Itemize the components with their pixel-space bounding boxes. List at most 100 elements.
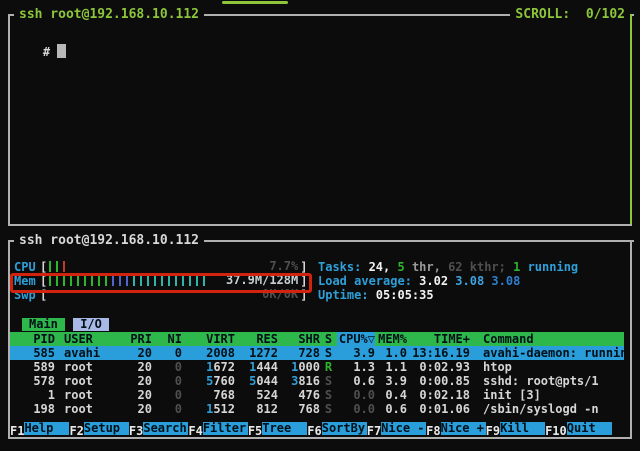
- process-row[interactable]: 198root2001512812768S0.00.60:01.06/sbin/…: [10, 402, 624, 416]
- fn-key-nice+[interactable]: F8Nice +: [426, 422, 485, 435]
- cell-res: 812: [235, 402, 278, 416]
- top-pane-border-left: [8, 14, 10, 226]
- process-table-header: PID USERPRINIVIRTRESSHRSCPU%▽MEM%TIME+ Com…: [10, 332, 624, 346]
- fn-key-setup[interactable]: F2Setup: [69, 422, 128, 435]
- column-header-pid[interactable]: PID: [14, 332, 55, 346]
- cell-virt: 2008: [182, 346, 235, 360]
- pane-title: ssh root@192.168.10.112: [14, 234, 204, 248]
- cell-s: S: [320, 374, 337, 388]
- cell-cpu: 0.0: [337, 388, 375, 402]
- fn-key-nice[interactable]: F7Nice -: [367, 422, 426, 435]
- fn-key-label: F1: [10, 424, 24, 438]
- cell-ni: 0: [152, 346, 182, 360]
- cell-cmd: sshd: root@pts/1: [483, 374, 624, 388]
- cpu-meter-bar: 7.7%: [47, 260, 300, 273]
- bottom-pane-border-right: [630, 240, 632, 439]
- cell-pid: 198: [14, 402, 55, 416]
- cell-pid: 578: [14, 374, 55, 388]
- fn-key-search[interactable]: F3Search: [129, 422, 188, 435]
- cell-shr: 728: [278, 346, 320, 360]
- cell-ni: 0: [152, 374, 182, 388]
- cell-shr: 768: [278, 402, 320, 416]
- fn-key-action: Help: [24, 422, 69, 435]
- fn-key-label: F8: [426, 424, 440, 438]
- terminal-prompt-line[interactable]: #: [14, 30, 66, 73]
- fn-key-label: F9: [486, 424, 500, 438]
- scroll-indicator: SCROLL: 0/102: [510, 8, 630, 22]
- fn-key-label: F4: [188, 424, 202, 438]
- cell-pri: 20: [130, 402, 152, 416]
- cell-s: S: [320, 388, 337, 402]
- cell-virt: 1672: [182, 360, 235, 374]
- cell-res: 5044: [235, 374, 278, 388]
- cell-virt: 1512: [182, 402, 235, 416]
- column-header-mem[interactable]: MEM%: [375, 332, 407, 346]
- cell-s: S: [320, 402, 337, 416]
- fn-key-tree[interactable]: F5Tree: [248, 422, 307, 435]
- cell-pid: 1: [14, 388, 55, 402]
- fn-key-action: Tree: [262, 422, 307, 435]
- fn-key-quit[interactable]: F10Quit: [545, 422, 612, 435]
- cell-cpu: 1.3: [337, 360, 375, 374]
- cell-user: root: [64, 374, 130, 388]
- fn-key-action: Filter: [203, 422, 248, 435]
- cell-pri: 20: [130, 374, 152, 388]
- column-header-pri[interactable]: PRI: [130, 332, 152, 346]
- fn-key-action: Search: [143, 422, 188, 435]
- fn-key-filter[interactable]: F4Filter: [188, 422, 247, 435]
- cell-res: 1272: [235, 346, 278, 360]
- cell-user: root: [64, 360, 130, 374]
- tab-io[interactable]: I/O: [73, 318, 109, 331]
- column-header-user[interactable]: USER: [64, 332, 130, 346]
- cell-pri: 20: [130, 360, 152, 374]
- fn-key-action: Quit: [567, 422, 612, 435]
- cell-ni: 0: [152, 402, 182, 416]
- fn-key-kill[interactable]: F9Kill: [486, 422, 545, 435]
- cell-pid: 589: [14, 360, 55, 374]
- fn-key-help[interactable]: F1Help: [10, 422, 69, 435]
- cell-mem: 3.9: [375, 374, 407, 388]
- cell-cmd: htop: [483, 360, 624, 374]
- cell-ni: 0: [152, 360, 182, 374]
- fn-key-sortby[interactable]: F6SortBy: [307, 422, 366, 435]
- cell-shr: 3816: [278, 374, 320, 388]
- column-header-virt[interactable]: VIRT: [182, 332, 235, 346]
- cell-pri: 20: [130, 346, 152, 360]
- column-header-res[interactable]: RES: [235, 332, 278, 346]
- fn-key-label: F3: [129, 424, 143, 438]
- cell-cpu: 0.6: [337, 374, 375, 388]
- cell-time: 0:01.06: [407, 402, 470, 416]
- cell-time: 0:00.85: [407, 374, 470, 388]
- top-pane-border-bottom: [8, 224, 632, 226]
- cpu-meter-value: 7.7%: [269, 259, 298, 273]
- process-row[interactable]: 578 root200576050443816S0.63.90:00.85 sshd…: [10, 374, 624, 388]
- column-header-ni[interactable]: NI: [152, 332, 182, 346]
- cell-shr: 476: [278, 388, 320, 402]
- column-header-shr[interactable]: SHR: [278, 332, 320, 346]
- column-header-cpu[interactable]: CPU%▽: [337, 332, 375, 346]
- cell-res: 524: [235, 388, 278, 402]
- fn-key-action: Nice -: [381, 422, 426, 435]
- fn-key-label: F7: [367, 424, 381, 438]
- fn-key-action: Nice +: [441, 422, 486, 435]
- cell-virt: 5760: [182, 374, 235, 388]
- mem-highlight-annotation: [10, 273, 312, 293]
- cell-s: R: [320, 360, 337, 374]
- cell-ni: 0: [152, 388, 182, 402]
- cell-shr: 1000: [278, 360, 320, 374]
- tasks-line: Tasks: 24, 5 thr, 62 kthr; 1 running: [318, 260, 578, 274]
- process-row[interactable]: 1root200768524476S0.00.40:02.18init [3]: [10, 388, 624, 402]
- fn-key-label: F5: [248, 424, 262, 438]
- column-header-s[interactable]: S: [320, 332, 337, 346]
- tab-main[interactable]: Main: [22, 318, 65, 331]
- load-average-line: Load average: 3.02 3.08 3.08: [318, 274, 520, 288]
- process-row[interactable]: 589root200167214441000R1.31.10:02.93htop: [10, 360, 624, 374]
- fn-key-action: Kill: [500, 422, 545, 435]
- column-header-time[interactable]: TIME+: [407, 332, 470, 346]
- cell-mem: 1.1: [375, 360, 407, 374]
- top-green-strip: [222, 1, 288, 4]
- top-pane-border-right: [630, 14, 632, 226]
- process-row[interactable]: 585avahi20020081272728S3.91.013:16.19ava…: [10, 346, 624, 360]
- column-header-cmd[interactable]: Command: [483, 332, 624, 346]
- cell-mem: 0.4: [375, 388, 407, 402]
